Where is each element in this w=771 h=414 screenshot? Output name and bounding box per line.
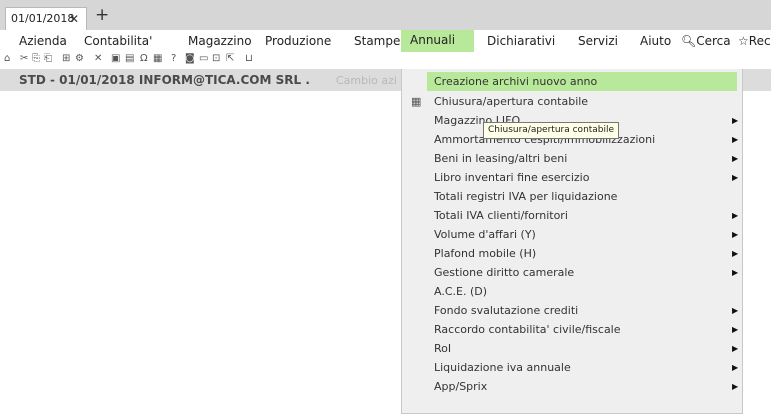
menu-item-label: Gestione diritto camerale	[434, 266, 575, 279]
help-icon[interactable]: ?	[171, 53, 176, 64]
menu-aiuto[interactable]: Aiuto	[640, 34, 671, 48]
close-x-icon[interactable]: ✕	[94, 53, 102, 64]
paste-icon[interactable]: ⎗	[44, 53, 52, 64]
window-icon[interactable]: ▣	[111, 53, 120, 64]
submenu-arrow-icon: ▶	[732, 135, 739, 144]
submenu-arrow-icon: ▶	[732, 306, 739, 315]
copy-icon[interactable]: ⎘	[32, 53, 40, 64]
search-icon: 🔍︎	[681, 34, 697, 48]
omega-icon[interactable]: Ω	[140, 53, 148, 64]
menu-item-chiusura-apertura[interactable]: ▦ Chiusura/apertura contabile	[402, 92, 742, 111]
menu-dichiarativi[interactable]: Dichiarativi	[487, 34, 555, 48]
menu-item-label: Plafond mobile (H)	[434, 247, 537, 260]
submenu-arrow-icon: ▶	[732, 116, 739, 125]
menu-item-beni-leasing[interactable]: Beni in leasing/altri beni ▶	[402, 149, 742, 168]
menu-item-raccordo[interactable]: Raccordo contabilita' civile/fiscale ▶	[402, 320, 742, 339]
menu-item-label: Raccordo contabilita' civile/fiscale	[434, 323, 621, 336]
doc-icon[interactable]: ▭	[199, 53, 208, 64]
menu-item-label: Libro inventari fine esercizio	[434, 171, 590, 184]
tooltip: Chiusura/apertura contabile	[483, 122, 620, 139]
close-icon[interactable]: ✕	[69, 8, 79, 30]
submenu-arrow-icon: ▶	[732, 325, 739, 334]
submenu-arrow-icon: ▶	[732, 363, 739, 372]
submenu-arrow-icon: ▶	[732, 249, 739, 258]
document-tab[interactable]: 01/01/2018 ✕	[5, 7, 87, 30]
menu-item-plafond-mobile[interactable]: Plafond mobile (H) ▶	[402, 244, 742, 263]
toolbar: ⌂ ✂ ⎘ ⎗ ⊞ ⚙ ✕ ▣ ▤ Ω ▦ ? ◙ ▭ ⊡ ⇱ ⊔	[0, 52, 771, 69]
new-tab-icon[interactable]: +	[95, 5, 109, 25]
menu-item-label: Fondo svalutazione crediti	[434, 304, 579, 317]
menu-item-totali-registri[interactable]: Totali registri IVA per liquidazione	[402, 187, 742, 206]
menu-item-diritto-camerale[interactable]: Gestione diritto camerale ▶	[402, 263, 742, 282]
menu-item-totali-iva[interactable]: Totali IVA clienti/fornitori ▶	[402, 206, 742, 225]
recent-label: Rec	[748, 34, 771, 48]
menu-item-label: Totali IVA clienti/fornitori	[434, 209, 568, 222]
tree-icon[interactable]: ⊞	[62, 53, 70, 64]
submenu-arrow-icon: ▶	[732, 344, 739, 353]
submenu-arrow-icon: ▶	[732, 211, 739, 220]
menu-item-ace[interactable]: A.C.E. (D)	[402, 282, 742, 301]
menu-stampe[interactable]: Stampe	[354, 34, 400, 48]
menu-item-label: A.C.E. (D)	[434, 285, 488, 298]
menu-magazzino[interactable]: Magazzino	[188, 34, 252, 48]
menu-item-label: App/Sprix	[434, 380, 488, 393]
company-label: STD - 01/01/2018 INFORM@TICA.COM SRL .	[19, 73, 310, 87]
menu-servizi[interactable]: Servizi	[578, 34, 618, 48]
menu-item-fondo-svalutazione[interactable]: Fondo svalutazione crediti ▶	[402, 301, 742, 320]
annuali-dropdown: Creazione archivi nuovo anno ▦ Chiusura/…	[401, 69, 743, 414]
search-button[interactable]: 🔍︎Cerca	[681, 34, 731, 48]
cut-icon[interactable]: ✂	[20, 53, 28, 64]
home-icon[interactable]: ⌂	[4, 53, 10, 64]
calc-icon[interactable]: ▦	[153, 53, 162, 64]
submenu-arrow-icon: ▶	[732, 154, 739, 163]
menu-item-label: Beni in leasing/altri beni	[434, 152, 568, 165]
menu-item-libro-inventari[interactable]: Libro inventari fine esercizio ▶	[402, 168, 742, 187]
menu-item-label: RoI	[434, 342, 452, 355]
star-icon: ☆	[738, 34, 749, 48]
menu-item-app-sprix[interactable]: App/Sprix ▶	[402, 377, 742, 396]
menu-azienda[interactable]: Azienda	[19, 34, 67, 48]
docs-icon[interactable]: ⊡	[212, 53, 220, 64]
window2-icon[interactable]: ▤	[125, 53, 134, 64]
tab-title: 01/01/2018	[11, 12, 75, 25]
menu-item-liquidazione-iva[interactable]: Liquidazione iva annuale ▶	[402, 358, 742, 377]
menu-item-creazione-archivi[interactable]: Creazione archivi nuovo anno	[427, 72, 737, 91]
help2-icon[interactable]: ◙	[185, 53, 195, 64]
cart-icon[interactable]: ⊔	[245, 53, 253, 64]
menu-item-volume-affari[interactable]: Volume d'affari (Y) ▶	[402, 225, 742, 244]
submenu-arrow-icon: ▶	[732, 382, 739, 391]
menu-item-label: Totali registri IVA per liquidazione	[434, 190, 618, 203]
submenu-arrow-icon: ▶	[732, 230, 739, 239]
change-company-link[interactable]: Cambio azi	[336, 74, 397, 87]
menu-item-label: Volume d'affari (Y)	[434, 228, 536, 241]
export-icon[interactable]: ⇱	[226, 53, 234, 64]
menu-item-label: Creazione archivi nuovo anno	[434, 75, 598, 88]
menu-produzione[interactable]: Produzione	[265, 34, 331, 48]
recent-button[interactable]: ☆Rec	[738, 34, 771, 48]
tools-icon[interactable]: ⚙	[75, 53, 84, 64]
menu-bar: Azienda Contabilita' Magazzino Produzion…	[0, 30, 771, 52]
menu-contabilita[interactable]: Contabilita'	[84, 34, 152, 48]
submenu-arrow-icon: ▶	[732, 173, 739, 182]
submenu-arrow-icon: ▶	[732, 268, 739, 277]
menu-annuali[interactable]: Annuali	[401, 30, 474, 52]
menu-item-label: Chiusura/apertura contabile	[434, 95, 589, 108]
calendar-icon: ▦	[411, 95, 422, 108]
search-label: Cerca	[696, 34, 731, 48]
menu-item-rol[interactable]: RoI ▶	[402, 339, 742, 358]
tab-bar: 01/01/2018 ✕ +	[0, 0, 771, 30]
menu-item-label: Liquidazione iva annuale	[434, 361, 571, 374]
